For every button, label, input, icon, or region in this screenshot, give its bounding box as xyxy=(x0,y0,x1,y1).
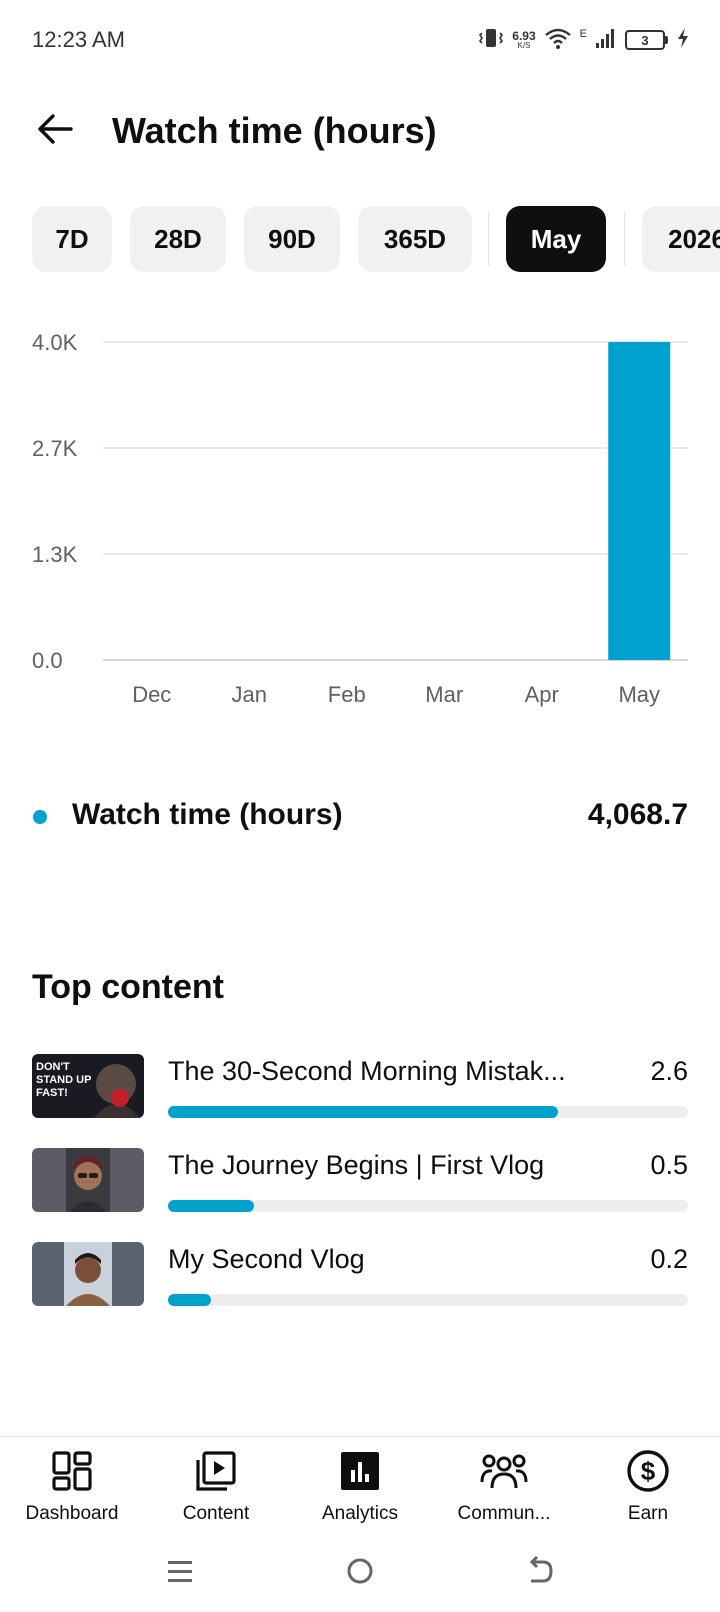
nav-earn[interactable]: $ Earn xyxy=(576,1447,720,1533)
x-tick-label: Dec xyxy=(132,682,171,707)
content-item-title: The 30-Second Morning Mistak... xyxy=(168,1056,566,1086)
nav-label: Commun... xyxy=(457,1503,551,1524)
content-item-bar-fill xyxy=(168,1200,254,1212)
network-speed: 6.93 K/S xyxy=(512,30,535,50)
chip-2026[interactable]: 2026 xyxy=(642,206,720,272)
metric-label: Watch time (hours) xyxy=(72,798,343,831)
battery-level: 3 xyxy=(625,30,665,50)
status-time: 12:23 AM xyxy=(32,27,125,52)
nav-label: Analytics xyxy=(321,1503,399,1524)
bottom-nav: Dashboard Content Analytics Commun... $ … xyxy=(0,1436,720,1536)
chip-7d[interactable]: 7D xyxy=(32,206,112,272)
y-tick-label: 0.0 xyxy=(32,648,63,673)
content-item-bar-fill xyxy=(168,1106,558,1118)
video-thumbnail xyxy=(32,1242,144,1306)
content-item-bar-fill xyxy=(168,1294,211,1306)
chip-365d[interactable]: 365D xyxy=(358,206,472,272)
svg-text:STAND UP: STAND UP xyxy=(36,1074,91,1086)
period-chips: 7D 28D 90D 365D May 2026 xyxy=(0,206,720,274)
nav-dashboard[interactable]: Dashboard xyxy=(0,1447,144,1533)
status-icons: 6.93 K/S E 3 xyxy=(478,24,690,56)
content-item-title: The Journey Begins | First Vlog xyxy=(168,1150,545,1180)
content-item-bar xyxy=(168,1106,688,1118)
chip-28d[interactable]: 28D xyxy=(130,206,226,272)
nav-analytics[interactable]: Analytics xyxy=(288,1447,432,1533)
speed-unit: K/S xyxy=(517,41,531,50)
chart-svg: 0.0 1.3K 2.7K 4.0K Dec Jan Feb Mar Apr May xyxy=(32,330,688,707)
chip-may[interactable]: May xyxy=(506,206,606,272)
menu-icon xyxy=(165,1556,195,1591)
system-menu-button[interactable] xyxy=(150,1548,210,1598)
wifi-icon xyxy=(544,27,572,54)
y-tick-label: 4.0K xyxy=(32,330,78,355)
content-item-value: 0.2 xyxy=(650,1244,688,1274)
content-item[interactable]: DON'T STAND UP FAST! The 30-Second Morni… xyxy=(0,1050,720,1120)
bar-may[interactable] xyxy=(608,342,671,660)
page-title: Watch time (hours) xyxy=(112,110,437,151)
system-nav xyxy=(0,1540,720,1612)
content-item-bar xyxy=(168,1294,688,1306)
content-item-title: My Second Vlog xyxy=(168,1244,365,1274)
chip-divider xyxy=(624,212,625,266)
svg-text:$: $ xyxy=(641,1456,656,1486)
vibrate-icon xyxy=(478,27,504,54)
content-icon xyxy=(192,1447,240,1495)
content-item-bar xyxy=(168,1200,688,1212)
system-back-button[interactable] xyxy=(510,1548,570,1598)
y-tick-label: 1.3K xyxy=(32,542,78,567)
chip-divider xyxy=(488,212,489,266)
x-tick-label: Apr xyxy=(525,682,559,707)
home-icon xyxy=(345,1556,375,1591)
analytics-icon xyxy=(336,1447,384,1495)
header: Watch time (hours) xyxy=(0,90,720,170)
signal-icon xyxy=(595,27,617,54)
earn-icon: $ xyxy=(624,1447,672,1495)
nav-label: Earn xyxy=(627,1503,669,1524)
legend-dot xyxy=(33,810,47,824)
content-item[interactable]: The Journey Begins | First Vlog 0.5 xyxy=(0,1144,720,1214)
status-bar: 12:23 AM 6.93 K/S E 3 xyxy=(0,0,720,80)
nav-community[interactable]: Commun... xyxy=(432,1447,576,1533)
x-tick-label: May xyxy=(618,682,660,707)
charging-icon xyxy=(676,27,690,54)
y-tick-label: 2.7K xyxy=(32,436,78,461)
system-home-button[interactable] xyxy=(330,1548,390,1598)
content-item-value: 0.5 xyxy=(650,1150,688,1180)
dashboard-icon xyxy=(48,1447,96,1495)
community-icon xyxy=(480,1447,528,1495)
video-thumbnail xyxy=(32,1148,144,1212)
arrow-left-icon xyxy=(35,113,75,150)
content-item[interactable]: My Second Vlog 0.2 xyxy=(0,1238,720,1308)
back-icon xyxy=(525,1555,555,1591)
nav-label: Dashboard xyxy=(25,1503,119,1524)
svg-text:FAST!: FAST! xyxy=(36,1087,68,1099)
metric-value: 4,068.7 xyxy=(587,798,688,831)
content-item-value: 2.6 xyxy=(650,1056,688,1086)
network-type: E xyxy=(579,28,587,40)
svg-text:DON'T: DON'T xyxy=(36,1061,70,1073)
top-content-title: Top content xyxy=(32,968,224,1006)
video-thumbnail: DON'T STAND UP FAST! xyxy=(32,1054,144,1118)
back-button[interactable] xyxy=(30,106,80,156)
watch-time-chart: 0.0 1.3K 2.7K 4.0K Dec Jan Feb Mar Apr May xyxy=(0,320,720,740)
nav-label: Content xyxy=(182,1503,250,1524)
metric-row: Watch time (hours) 4,068.7 xyxy=(0,792,720,842)
x-tick-label: Jan xyxy=(232,682,267,707)
x-tick-label: Mar xyxy=(425,682,463,707)
battery-icon: 3 xyxy=(625,30,668,50)
chip-90d[interactable]: 90D xyxy=(244,206,340,272)
nav-content[interactable]: Content xyxy=(144,1447,288,1533)
x-tick-label: Feb xyxy=(328,682,366,707)
